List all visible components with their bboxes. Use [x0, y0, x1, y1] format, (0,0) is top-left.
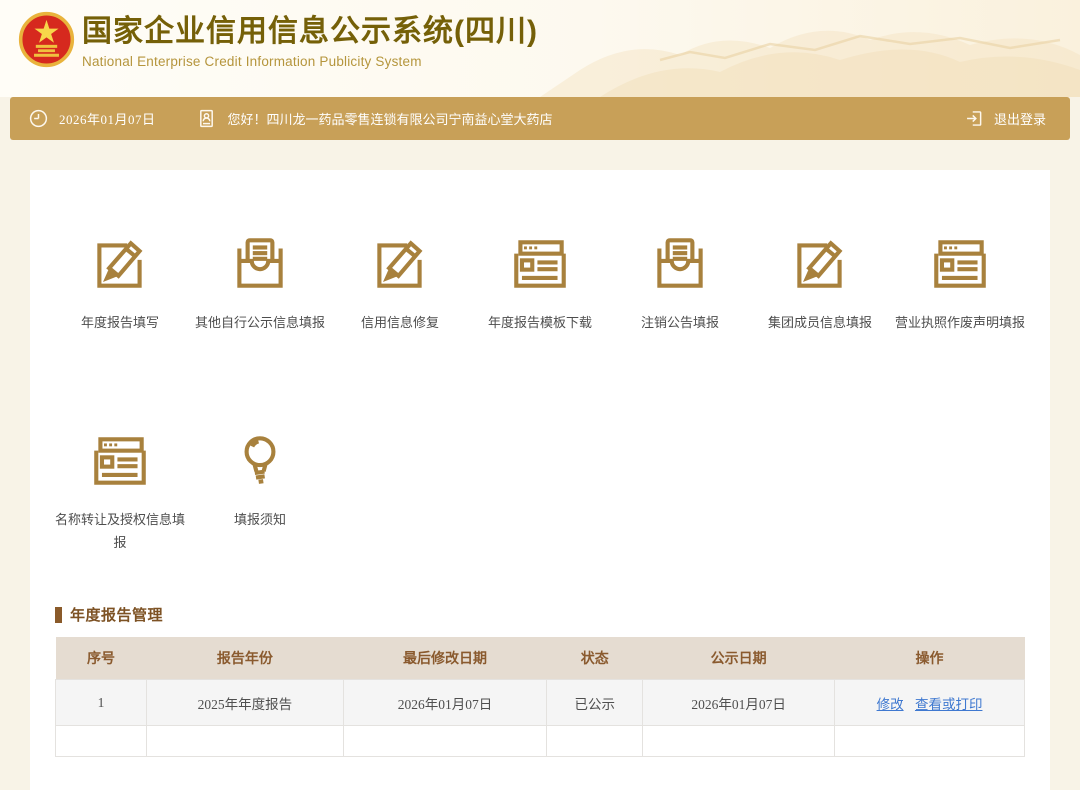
site-header: 国家企业信用信息公示系统(四川) National Enterprise Cre… — [0, 0, 1080, 97]
logout-button[interactable]: 退出登录 — [964, 108, 1070, 129]
menu-label: 填报须知 — [234, 509, 286, 532]
cell-operations: 修改 查看或打印 — [835, 680, 1025, 726]
menu-item-other-publicity-info[interactable]: 其他自行公示信息填报 — [190, 232, 330, 335]
site-subtitle: National Enterprise Credit Information P… — [82, 54, 538, 69]
browser-icon — [927, 232, 993, 298]
menu-item-filing-instructions[interactable]: 填报须知 — [190, 429, 330, 532]
site-title: 国家企业信用信息公示系统(四川) — [82, 14, 538, 50]
cell-status: 已公示 — [547, 680, 643, 726]
edit-icon — [787, 232, 853, 298]
table-row: 1 2025年年度报告 2026年01月07日 已公示 2026年01月07日 … — [56, 680, 1025, 726]
menu-row-2: 名称转让及授权信息填报 填报须知 — [30, 429, 1050, 555]
menu-item-name-transfer-authorization[interactable]: 名称转让及授权信息填报 — [50, 429, 190, 555]
annual-report-table: 序号 报告年份 最后修改日期 状态 公示日期 操作 1 2025年年度报告 20… — [55, 637, 1025, 757]
section-bar-icon — [55, 607, 62, 623]
col-header-status: 状态 — [547, 637, 643, 680]
user-status-bar: 2026年01月07日 您好！四川龙一药品零售连锁有限公司宁南益心堂大药店 退出… — [10, 97, 1070, 140]
inbox-icon — [227, 232, 293, 298]
col-header-seq: 序号 — [56, 637, 147, 680]
edit-icon — [367, 232, 433, 298]
view-or-print-link[interactable]: 查看或打印 — [915, 697, 983, 712]
national-emblem-logo — [18, 11, 75, 68]
menu-label: 年度报告填写 — [81, 312, 159, 335]
menu-label: 注销公告填报 — [641, 312, 719, 335]
user-id-icon — [196, 108, 217, 129]
current-date: 2026年01月07日 — [59, 109, 156, 128]
col-header-published: 公示日期 — [643, 637, 835, 680]
menu-label: 年度报告模板下载 — [488, 312, 592, 335]
menu-item-annual-report-fill[interactable]: 年度报告填写 — [50, 232, 190, 335]
table-row-partial — [56, 726, 1025, 757]
section-title: 年度报告管理 — [70, 604, 163, 625]
great-wall-watermark — [540, 0, 1080, 97]
cell-published-date: 2026年01月07日 — [643, 680, 835, 726]
logout-icon — [964, 108, 985, 129]
annual-report-section: 年度报告管理 序号 报告年份 最后修改日期 状态 公示日期 操作 1 — [30, 604, 1050, 757]
cell-seq: 1 — [56, 680, 147, 726]
bulb-icon — [227, 429, 293, 495]
clock-icon — [28, 108, 49, 129]
user-greeting: 您好！四川龙一药品零售连锁有限公司宁南益心堂大药店 — [228, 109, 553, 128]
menu-item-license-void-declaration[interactable]: 营业执照作废声明填报 — [890, 232, 1030, 335]
menu-row-1: 年度报告填写 其他自行公示信息填报 信用信息修复 年度报告模板下载 注销公告填报… — [30, 232, 1050, 335]
menu-item-report-template-download[interactable]: 年度报告模板下载 — [470, 232, 610, 335]
cell-modified-date: 2026年01月07日 — [343, 680, 546, 726]
menu-label: 集团成员信息填报 — [768, 312, 872, 335]
page: { "header": { "title": "国家企业信用信息公示系统(四川)… — [0, 0, 1080, 721]
menu-label: 名称转让及授权信息填报 — [50, 509, 190, 555]
menu-item-credit-repair[interactable]: 信用信息修复 — [330, 232, 470, 335]
menu-item-group-member-info[interactable]: 集团成员信息填报 — [750, 232, 890, 335]
menu-item-deregistration-announcement[interactable]: 注销公告填报 — [610, 232, 750, 335]
menu-label: 营业执照作废声明填报 — [895, 312, 1025, 335]
col-header-operations: 操作 — [835, 637, 1025, 680]
col-header-modified: 最后修改日期 — [343, 637, 546, 680]
menu-label: 其他自行公示信息填报 — [195, 312, 325, 335]
main-panel: 年度报告填写 其他自行公示信息填报 信用信息修复 年度报告模板下载 注销公告填报… — [30, 170, 1050, 790]
inbox-icon — [647, 232, 713, 298]
menu-label: 信用信息修复 — [361, 312, 439, 335]
browser-icon — [87, 429, 153, 495]
logout-label: 退出登录 — [994, 109, 1046, 128]
browser-icon — [507, 232, 573, 298]
cell-report-year: 2025年年度报告 — [147, 680, 344, 726]
edit-icon — [87, 232, 153, 298]
table-header-row: 序号 报告年份 最后修改日期 状态 公示日期 操作 — [56, 637, 1025, 680]
col-header-year: 报告年份 — [147, 637, 344, 680]
modify-link[interactable]: 修改 — [877, 697, 904, 712]
